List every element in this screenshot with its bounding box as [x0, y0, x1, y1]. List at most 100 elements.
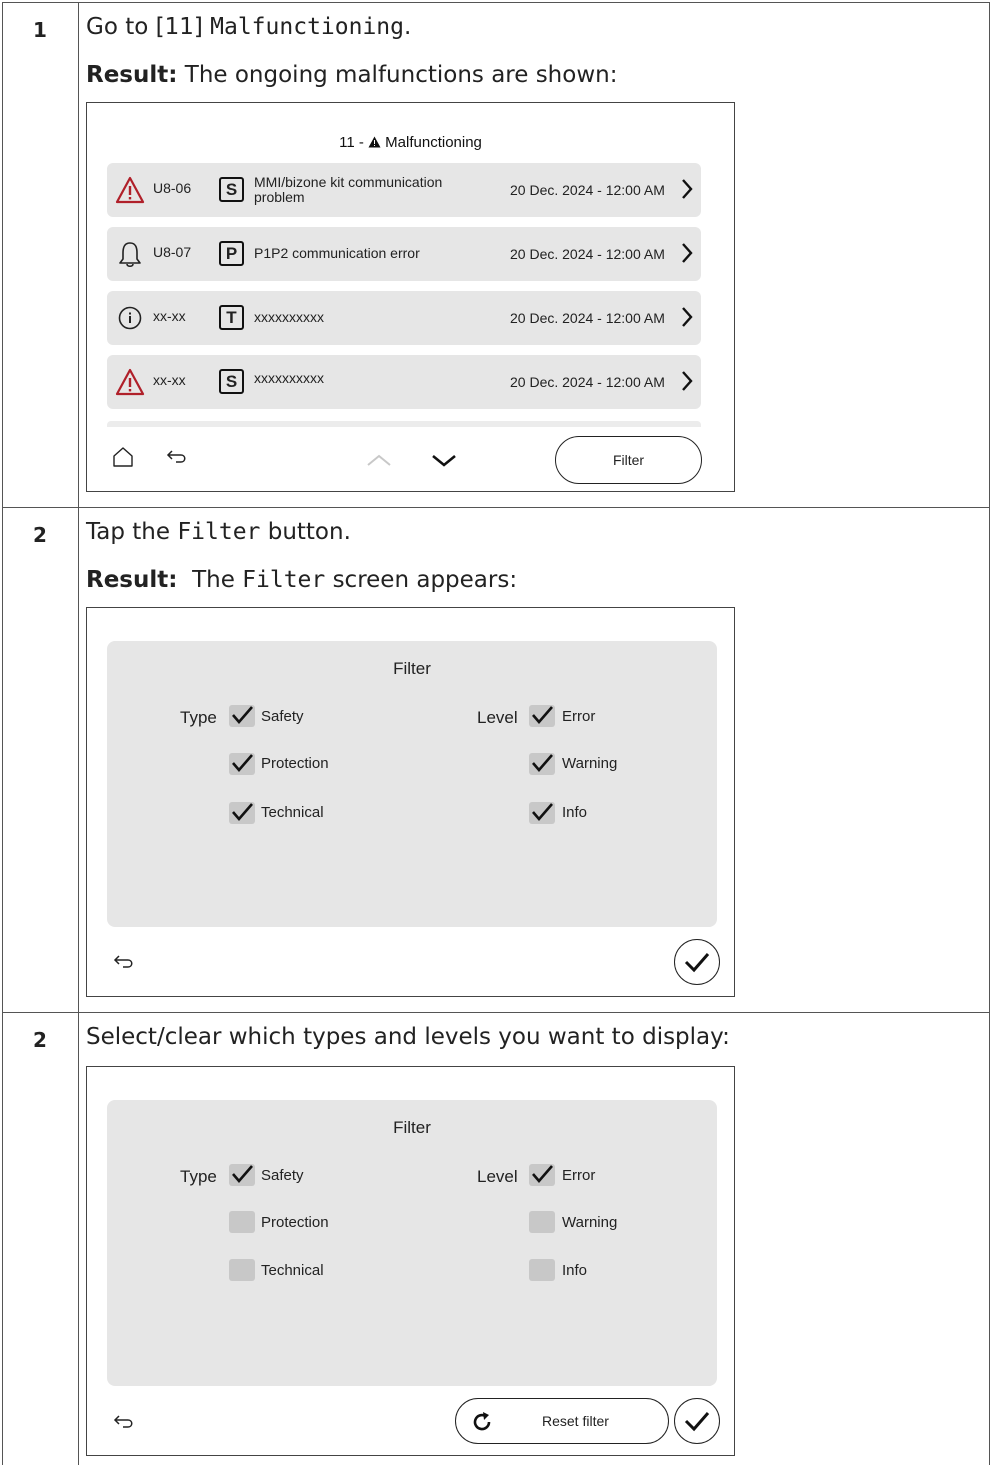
malfunction-description: xxxxxxxxxx — [254, 309, 324, 325]
type-badge: S — [219, 177, 244, 202]
bell-icon — [119, 242, 141, 268]
malfunction-row[interactable]: xx-xx T xxxxxxxxxx 20 Dec. 2024 - 12:00 … — [107, 291, 701, 345]
malfunction-row[interactable]: U8-06 S MMI/bizone kit communication pro… — [107, 163, 701, 217]
filter-button[interactable]: Filter — [555, 436, 702, 484]
step-instruction: Select/clear which types and levels you … — [86, 1024, 730, 1050]
filter-screen-modified: Filter Type Level Safety Protection Tech… — [86, 1066, 735, 1456]
instruction-text: . — [404, 14, 412, 40]
checkbox-label: Protection — [261, 1214, 329, 1231]
reset-filter-button[interactable]: Reset filter — [455, 1398, 669, 1444]
malfunction-row[interactable]: xx-xx S xxxxxxxxxx 20 Dec. 2024 - 12:00 … — [107, 355, 701, 409]
step-number: 1 — [33, 18, 47, 42]
screen-title-text: Malfunctioning — [385, 134, 482, 151]
malfunction-date: 20 Dec. 2024 - 12:00 AM — [510, 310, 665, 326]
chevron-right-icon — [682, 179, 693, 199]
checkbox-label: Error — [562, 1167, 596, 1184]
chevron-right-icon — [682, 243, 693, 263]
table-column-divider — [78, 2, 79, 1465]
checkbox-label: Protection — [261, 755, 329, 772]
warning-triangle-icon — [368, 136, 381, 148]
warning-triangle-icon — [115, 368, 145, 396]
filter-screen: Filter Type Level Safety Protection Tech… — [86, 607, 735, 997]
malfunction-code: U8-06 — [153, 180, 192, 196]
instruction-text: Go to [11] — [86, 14, 211, 40]
step-result: Result: The ongoing malfunctions are sho… — [86, 62, 617, 88]
warning-triangle-icon — [115, 176, 145, 204]
checkmark-icon — [684, 953, 710, 973]
confirm-button[interactable] — [674, 1398, 720, 1444]
type-badge: S — [219, 369, 244, 394]
malfunction-code: U8-07 — [153, 244, 192, 260]
checkbox-error[interactable] — [529, 1164, 555, 1186]
malfunction-row[interactable]: U8-07 P P1P2 communication error 20 Dec.… — [107, 227, 701, 281]
checkbox-safety[interactable] — [229, 705, 255, 727]
checkbox-warning[interactable] — [529, 1211, 555, 1233]
checkbox-technical[interactable] — [229, 802, 255, 824]
checkbox-label: Technical — [261, 804, 324, 821]
step-result: Result: The Filter screen appears: — [86, 567, 517, 593]
menu-code: Malfunctioning — [210, 14, 405, 40]
back-icon[interactable] — [166, 449, 188, 465]
button-name: Filter — [177, 519, 261, 545]
info-icon — [118, 306, 142, 330]
type-badge: P — [219, 241, 244, 266]
checkbox-label: Error — [562, 708, 596, 725]
malfunction-date: 20 Dec. 2024 - 12:00 AM — [510, 374, 665, 390]
filter-panel: Filter Type Level Safety Protection Tech… — [107, 1100, 717, 1386]
checkbox-label: Warning — [562, 755, 618, 772]
malfunction-description: P1P2 communication error — [254, 245, 420, 261]
result-text: The ongoing malfunctions are shown: — [177, 62, 618, 88]
result-text: The — [177, 567, 243, 593]
back-icon[interactable] — [113, 1414, 135, 1430]
home-icon[interactable] — [112, 446, 134, 468]
screen-name: Filter — [242, 567, 326, 593]
reset-filter-label: Reset filter — [542, 1413, 609, 1429]
checkbox-warning[interactable] — [529, 753, 555, 775]
chevron-right-icon — [682, 371, 693, 391]
malfunction-code: xx-xx — [153, 308, 186, 324]
step-instruction: Go to [11] Malfunctioning. — [86, 14, 411, 40]
list-item-partial — [107, 421, 701, 427]
confirm-button[interactable] — [674, 939, 720, 985]
result-text: screen appears: — [325, 567, 518, 593]
step-instruction: Tap the Filter button. — [86, 519, 351, 545]
checkbox-info[interactable] — [529, 1259, 555, 1281]
type-label: Type — [180, 1167, 217, 1186]
back-icon[interactable] — [113, 954, 135, 970]
level-label: Level — [477, 708, 518, 727]
result-label: Result: — [86, 62, 178, 88]
scroll-down-icon[interactable] — [431, 453, 457, 467]
malfunction-date: 20 Dec. 2024 - 12:00 AM — [510, 246, 665, 262]
step-number: 2 — [33, 1028, 47, 1052]
instruction-table: 1 Go to [11] Malfunctioning. Result: The… — [0, 0, 992, 1465]
refresh-icon — [473, 1412, 491, 1431]
table-border-top — [2, 2, 990, 3]
checkmark-icon — [684, 1412, 710, 1432]
filter-panel: Filter Type Level Safety Protection Tech… — [107, 641, 717, 927]
checkbox-protection[interactable] — [229, 1211, 255, 1233]
malfunction-date: 20 Dec. 2024 - 12:00 AM — [510, 182, 665, 198]
checkbox-label: Safety — [261, 708, 304, 725]
screen-title-number: 11 - — [339, 134, 368, 151]
scroll-up-icon[interactable] — [366, 453, 392, 467]
checkbox-label: Warning — [562, 1214, 618, 1231]
checkbox-label: Info — [562, 804, 588, 821]
checkbox-info[interactable] — [529, 802, 555, 824]
table-row-divider — [2, 507, 990, 508]
malfunction-description: MMI/bizone kit communication problem — [254, 174, 443, 205]
checkbox-protection[interactable] — [229, 753, 255, 775]
table-border-left — [2, 2, 3, 1465]
checkbox-label: Safety — [261, 1167, 304, 1184]
screen-title: 11 - Malfunctioning — [87, 134, 734, 151]
malfunctioning-screen: 11 - Malfunctioning U8-06 S MMI/bizone k… — [86, 102, 735, 492]
panel-title: Filter — [393, 659, 431, 678]
table-row-divider — [2, 1012, 990, 1013]
malfunction-code: xx-xx — [153, 372, 186, 388]
instruction-text: button. — [260, 519, 351, 545]
checkbox-technical[interactable] — [229, 1259, 255, 1281]
checkbox-label: Technical — [261, 1262, 324, 1279]
checkbox-safety[interactable] — [229, 1164, 255, 1186]
checkbox-error[interactable] — [529, 705, 555, 727]
malfunction-description: xxxxxxxxxx — [254, 370, 324, 386]
step-number: 2 — [33, 523, 47, 547]
